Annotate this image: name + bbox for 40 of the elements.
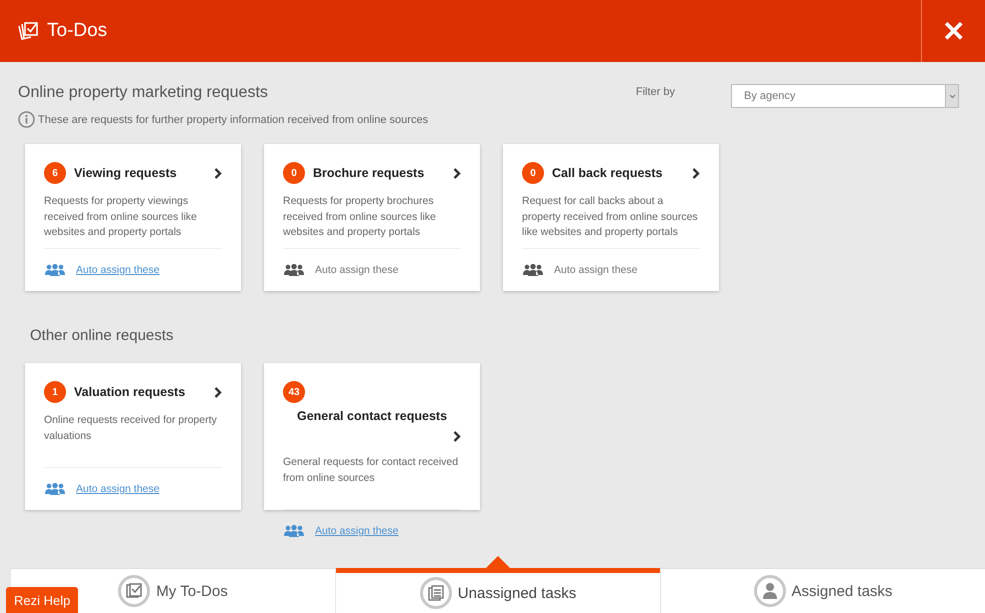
card-description: Requests for property viewings received from online sources like websites and property portals [44, 194, 198, 240]
help-button[interactable]: Rezi Help [6, 587, 78, 613]
bottom-tab[interactable]: Unassigned tasks [420, 577, 576, 609]
filter-label: Filter by [636, 86, 675, 98]
info-text: These are requests for further property information received from online sources [38, 114, 428, 126]
section-title: Other online requests [30, 327, 174, 344]
chevron-right-icon[interactable] [453, 168, 461, 178]
people-icon [44, 264, 66, 276]
card-title[interactable]: General contact requests [296, 409, 448, 423]
bottom-tab[interactable]: Assigned tasks [754, 575, 892, 607]
bottom-tab[interactable]: My To-Dos [118, 575, 228, 607]
window-title: To-Dos [47, 20, 108, 42]
card-title[interactable]: Call back requests [552, 166, 662, 180]
chevron-right-icon[interactable] [214, 168, 222, 178]
chevron-right-icon[interactable] [453, 431, 461, 442]
people-icon [522, 264, 544, 276]
people-icon [283, 264, 305, 276]
filter-dropdown[interactable]: By agency [731, 84, 959, 108]
card-title[interactable]: Valuation requests [74, 385, 186, 399]
person-icon [754, 575, 786, 607]
chevron-right-icon[interactable] [692, 168, 700, 178]
auto-assign-link[interactable]: Auto assign these [315, 264, 398, 276]
people-icon [283, 525, 305, 537]
count-badge: 0 [283, 162, 305, 184]
card-description: General requests for contact received from online sources [283, 455, 460, 486]
card-description: Requests for property brochures received from online sources like websites and property portals [283, 194, 437, 240]
card-title[interactable]: Viewing requests [74, 166, 177, 180]
count-badge: 0 [522, 162, 544, 184]
caret-icon [948, 94, 956, 98]
count-badge: 6 [44, 162, 66, 184]
count-badge: 1 [44, 381, 66, 403]
info-icon [18, 111, 35, 128]
card-title[interactable]: Brochure requests [313, 166, 424, 180]
people-icon [44, 483, 66, 495]
section-title: Online property marketing requests [18, 84, 269, 102]
card-description: Request for call backs about a property received from online sources like websites and property portals [522, 194, 699, 240]
card-description: Online requests received for property valuations [44, 413, 218, 444]
auto-assign-link[interactable]: Auto assign these [554, 264, 638, 276]
count-badge: 43 [283, 381, 305, 403]
chevron-right-icon[interactable] [214, 386, 222, 398]
